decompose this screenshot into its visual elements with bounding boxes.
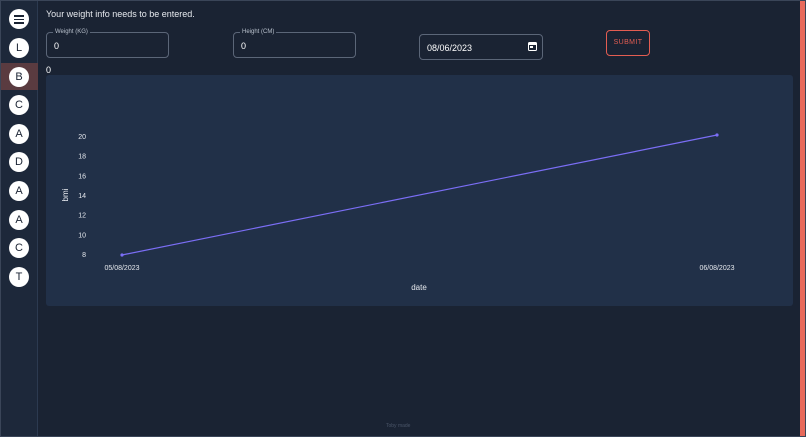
sidebar-item-8[interactable]: T	[9, 266, 29, 287]
right-accent-bar	[800, 1, 805, 436]
sidebar-item-1[interactable]: B	[9, 66, 29, 87]
sidebar-item-3[interactable]: A	[9, 123, 29, 144]
weight-input[interactable]: 0	[54, 41, 59, 51]
sidebar: LBCADAACT	[1, 1, 38, 436]
height-label: Height (CM)	[240, 28, 277, 36]
footer-credit: Toby made	[386, 423, 411, 429]
bmi-chart: 8 10 12 14 16 18 20 bmi 05/08/2023 06/08/2023 date	[61, 133, 735, 292]
weight-notice: Your weight info needs to be entered.	[46, 9, 195, 19]
weight-label: Weight (KG)	[53, 28, 90, 36]
data-point	[715, 133, 719, 137]
height-field[interactable]: Height (CM) 0	[233, 28, 356, 58]
y-tick-label: 8	[82, 252, 86, 259]
y-tick-label: 14	[78, 193, 86, 200]
sidebar-item-6[interactable]: A	[9, 209, 29, 230]
sidebar-item-7[interactable]: C	[9, 238, 29, 259]
y-axis-label: bmi	[61, 188, 70, 201]
y-tick-label: 12	[78, 213, 86, 220]
data-point	[120, 253, 124, 257]
x-tick-label: 06/08/2023	[699, 265, 734, 272]
submit-button[interactable]: SUBMIT	[606, 30, 650, 56]
bmi-chart-card: 8 10 12 14 16 18 20 bmi 05/08/2023 06/08/2023 date	[46, 75, 793, 306]
bmi-value: 0	[46, 65, 52, 75]
height-input[interactable]: 0	[241, 41, 246, 51]
y-tick-label: 16	[78, 173, 86, 180]
sidebar-item-4[interactable]: D	[9, 152, 29, 173]
y-tick-label: 10	[78, 232, 86, 239]
y-tick-label: 18	[78, 154, 86, 161]
sidebar-item-5[interactable]: A	[9, 181, 29, 201]
calendar-icon[interactable]	[528, 42, 537, 51]
weight-field[interactable]: Weight (KG) 0	[46, 28, 169, 58]
hamburger-menu-icon[interactable]	[9, 9, 29, 29]
date-input[interactable]: 08/06/2023	[427, 43, 472, 53]
sidebar-item-2[interactable]: C	[9, 95, 29, 116]
date-field[interactable]: 08/06/2023	[419, 34, 543, 60]
sidebar-item-0[interactable]: L	[9, 38, 29, 58]
series-line	[121, 134, 718, 256]
x-tick-label: 05/08/2023	[104, 265, 139, 272]
y-tick-label: 20	[78, 134, 86, 141]
x-axis-label: date	[411, 283, 427, 292]
